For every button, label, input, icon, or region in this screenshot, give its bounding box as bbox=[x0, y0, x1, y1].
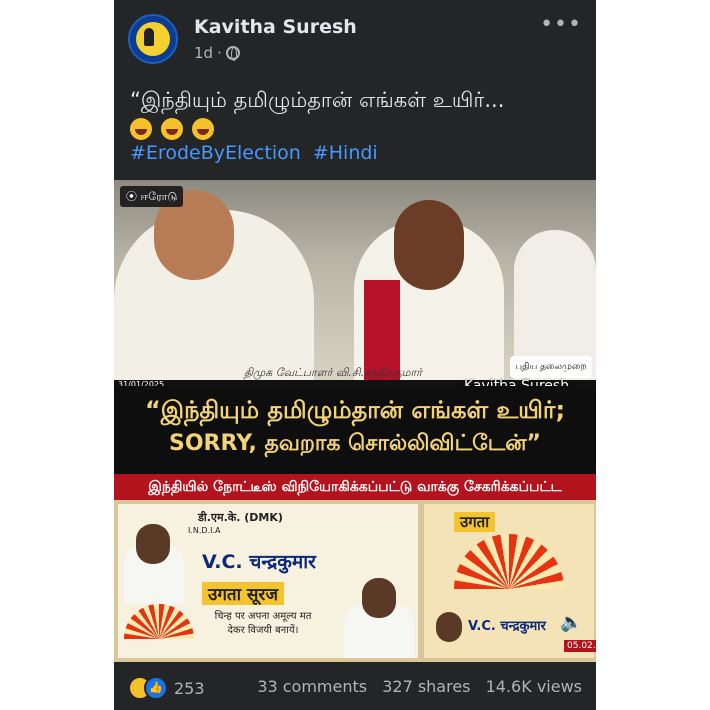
reaction-count: 253 bbox=[174, 678, 205, 698]
mute-icon[interactable]: 🔈 bbox=[560, 612, 582, 634]
views-count: 14.6K views bbox=[485, 677, 582, 696]
rising-sun-symbol-icon bbox=[454, 534, 564, 589]
post-stats: 33 comments 327 shares 14.6K views bbox=[247, 677, 582, 696]
reactions[interactable]: 👍 253 bbox=[128, 676, 205, 700]
author-name[interactable]: Kavitha Suresh bbox=[194, 16, 357, 38]
poster-right-candidate: V.C. चन्द्रकुमार bbox=[468, 619, 546, 634]
post-card: Kavitha Suresh 1d · ••• “இந்தியும் தமிழு… bbox=[114, 0, 596, 710]
author-avatar[interactable] bbox=[128, 14, 178, 64]
campaign-posters: डी.एम.के. (DMK) I.N.D.I.A V.C. चन्द्रकुम… bbox=[114, 500, 596, 662]
post-time[interactable]: 1d bbox=[194, 44, 213, 62]
poster-left: डी.एम.के. (DMK) I.N.D.I.A V.C. चन्द्रकुम… bbox=[118, 504, 418, 658]
hashtags: #ErodeByElection #Hindi bbox=[130, 142, 384, 164]
poster-right-symbol: उगता bbox=[454, 512, 496, 532]
laughing-emoji-icon bbox=[161, 118, 183, 140]
post-video[interactable]: ⦿ ஈரோடு திமுக வேட்பாளர் வி.சி.சந்திரகுமா… bbox=[114, 180, 596, 662]
post-meta: 1d · bbox=[194, 44, 240, 62]
like-reaction-icon: 👍 bbox=[144, 676, 168, 700]
headline-line1: “இந்தியும் தமிழும்தான் எங்கள் உயிர்; bbox=[144, 396, 566, 424]
shares-count[interactable]: 327 shares bbox=[382, 677, 470, 696]
more-options-icon[interactable]: ••• bbox=[540, 12, 582, 37]
laughing-emoji-icon bbox=[192, 118, 214, 140]
poster-party: डी.एम.के. (DMK) bbox=[198, 511, 283, 524]
poster-right: उगता V.C. चन्द्रकुमार bbox=[424, 504, 594, 658]
poster-alliance: I.N.D.I.A bbox=[188, 526, 221, 535]
rising-sun-symbol-icon bbox=[124, 604, 194, 639]
comments-count[interactable]: 33 comments bbox=[257, 677, 367, 696]
location-tag: ⦿ ஈரோடு bbox=[120, 186, 184, 207]
poster-appeal: चिन्ह पर अपना अमूल्य मत देकर विजयी बनाये… bbox=[214, 611, 312, 636]
meta-separator: · bbox=[217, 44, 222, 62]
channel-logo: புதிய தலைமுறை bbox=[510, 356, 592, 378]
poster-date: 05.02.2025 bbox=[564, 640, 596, 652]
hashtag-link[interactable]: #ErodeByElection bbox=[130, 142, 301, 164]
post-footer: 👍 253 33 comments 327 shares 14.6K views bbox=[114, 662, 596, 710]
caption-emojis bbox=[130, 116, 216, 141]
post-caption: “இந்தியும் தமிழும்தான் எங்கள் உயிர்... bbox=[130, 88, 505, 112]
video-headline: “இந்தியும் தமிழும்தான் எங்கள் உயிர்; SOR… bbox=[114, 386, 596, 474]
poster-candidate: V.C. चन्द्रकुमार bbox=[202, 551, 316, 573]
globe-icon bbox=[225, 46, 240, 61]
photo-credit: திமுக வேட்பாளர் வி.சி.சந்திரகுமார் bbox=[244, 366, 422, 379]
video-photo: ⦿ ஈரோடு திமுக வேட்பாளர் வி.சி.சந்திரகுமா… bbox=[114, 180, 596, 394]
video-subheadline: இந்தியில் நோட்டீஸ் விநியோகிக்கப்பட்டு வா… bbox=[114, 474, 596, 521]
laughing-emoji-icon bbox=[130, 118, 152, 140]
hashtag-link[interactable]: #Hindi bbox=[313, 142, 378, 164]
headline-line2: SORRY, தவறாக சொல்லிவிட்டேன்” bbox=[168, 431, 542, 456]
poster-symbol: उगता सूरज bbox=[202, 582, 284, 605]
location-pin-icon: ஈரோடு bbox=[140, 190, 178, 203]
